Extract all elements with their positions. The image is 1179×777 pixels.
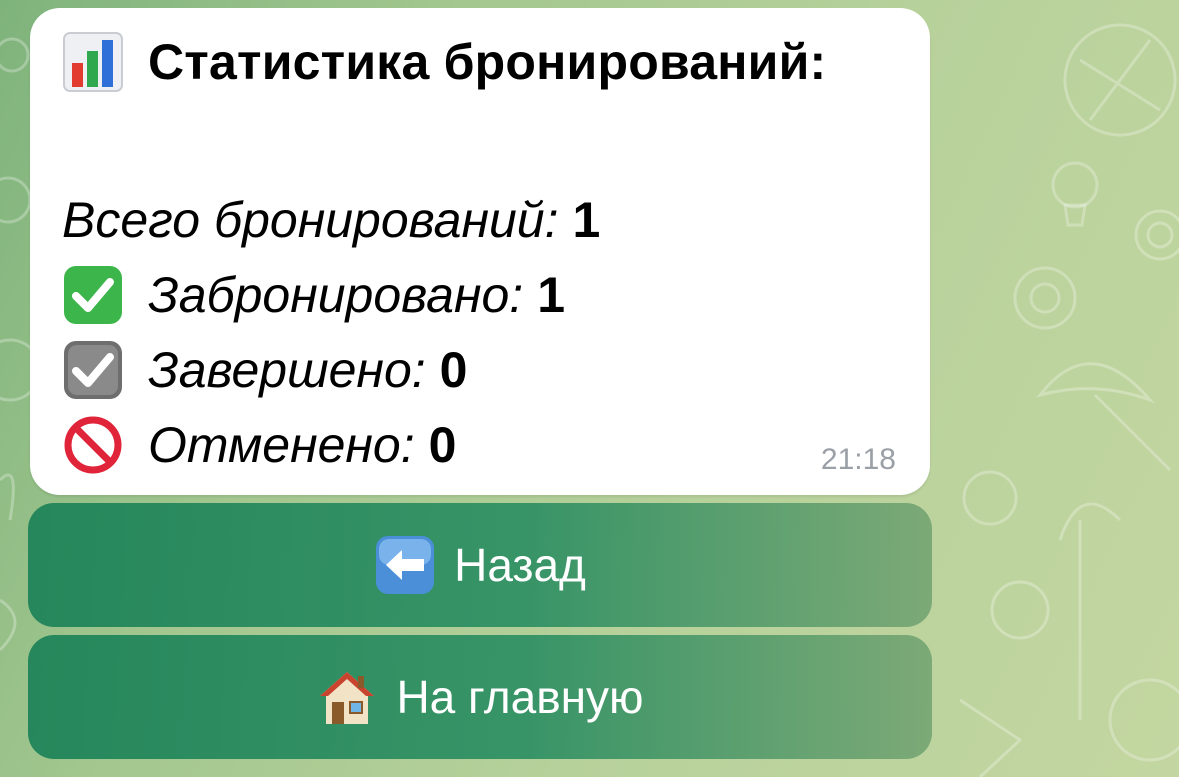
stat-completed: Завершено: 0 [62,338,467,402]
home-button-label: На главную [396,671,644,723]
home-button[interactable]: На главную [28,635,932,759]
message-timestamp: 21:18 [820,443,896,476]
stat-booked-value: 1 [537,267,566,323]
stat-booked: Забронировано: 1 [62,263,565,327]
left-arrow-icon [376,536,435,594]
message-bubble: Статистика бронирований: Всего бронирова… [30,8,930,495]
house-icon [320,672,375,724]
bar-chart-icon [63,32,123,92]
stat-completed-label: Завершено: [148,342,426,398]
stat-completed-value: 0 [439,342,468,398]
stat-total: Всего бронирований: 1 [62,188,600,252]
back-button-label: Назад [454,539,586,591]
check-mark-button-icon [64,266,122,324]
prohibited-icon [64,416,122,474]
stat-cancelled-label: Отменено: [148,417,415,473]
stat-booked-label: Забронировано: [148,267,524,323]
back-button[interactable]: Назад [28,503,932,627]
check-box-icon [64,341,122,399]
stat-total-label: Всего бронирований: [62,192,559,248]
message-title-text: Статистика бронирований: [148,34,827,90]
stat-cancelled: Отменено: 0 [62,413,456,477]
stat-cancelled-value: 0 [428,417,457,473]
stat-total-value: 1 [572,192,601,248]
message-title: Статистика бронирований: [62,30,826,94]
